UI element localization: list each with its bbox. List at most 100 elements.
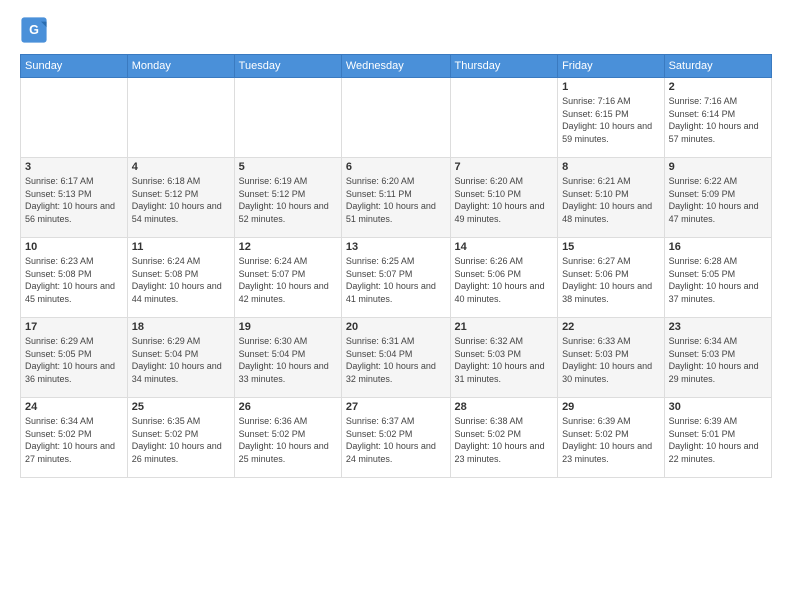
day-info: Sunrise: 6:30 AM Sunset: 5:04 PM Dayligh…	[239, 335, 337, 385]
day-number: 1	[562, 81, 660, 93]
calendar-cell: 5 Sunrise: 6:19 AM Sunset: 5:12 PM Daylig…	[234, 158, 341, 238]
day-info: Sunrise: 6:23 AM Sunset: 5:08 PM Dayligh…	[25, 255, 123, 305]
calendar-cell: 25 Sunrise: 6:35 AM Sunset: 5:02 PM Dayli…	[127, 398, 234, 478]
day-number: 2	[669, 81, 767, 93]
day-info: Sunrise: 6:32 AM Sunset: 5:03 PM Dayligh…	[455, 335, 554, 385]
day-number: 29	[562, 401, 660, 413]
day-info: Sunrise: 6:22 AM Sunset: 5:09 PM Dayligh…	[669, 175, 767, 225]
day-info: Sunrise: 6:20 AM Sunset: 5:11 PM Dayligh…	[346, 175, 446, 225]
day-info: Sunrise: 7:16 AM Sunset: 6:15 PM Dayligh…	[562, 95, 660, 145]
calendar-cell	[127, 78, 234, 158]
day-number: 4	[132, 161, 230, 173]
day-number: 19	[239, 321, 337, 333]
calendar-week-row: 3 Sunrise: 6:17 AM Sunset: 5:13 PM Daylig…	[21, 158, 772, 238]
calendar-cell: 4 Sunrise: 6:18 AM Sunset: 5:12 PM Daylig…	[127, 158, 234, 238]
day-info: Sunrise: 6:35 AM Sunset: 5:02 PM Dayligh…	[132, 415, 230, 465]
calendar-cell: 8 Sunrise: 6:21 AM Sunset: 5:10 PM Daylig…	[558, 158, 665, 238]
day-number: 27	[346, 401, 446, 413]
svg-text:G: G	[29, 23, 39, 37]
day-info: Sunrise: 6:36 AM Sunset: 5:02 PM Dayligh…	[239, 415, 337, 465]
day-info: Sunrise: 6:19 AM Sunset: 5:12 PM Dayligh…	[239, 175, 337, 225]
day-number: 14	[455, 241, 554, 253]
logo-icon: G	[20, 16, 48, 44]
calendar-cell: 17 Sunrise: 6:29 AM Sunset: 5:05 PM Dayli…	[21, 318, 128, 398]
day-number: 25	[132, 401, 230, 413]
day-info: Sunrise: 6:37 AM Sunset: 5:02 PM Dayligh…	[346, 415, 446, 465]
calendar-cell: 14Sunrise: 6:26 AM Sunset: 5:06 PM Dayli…	[450, 238, 558, 318]
calendar-table: SundayMondayTuesdayWednesdayThursdayFrid…	[20, 54, 772, 478]
day-number: 23	[669, 321, 767, 333]
calendar-cell: 18 Sunrise: 6:29 AM Sunset: 5:04 PM Dayli…	[127, 318, 234, 398]
day-info: Sunrise: 6:27 AM Sunset: 5:06 PM Dayligh…	[562, 255, 660, 305]
day-info: Sunrise: 6:21 AM Sunset: 5:10 PM Dayligh…	[562, 175, 660, 225]
calendar-cell: 9 Sunrise: 6:22 AM Sunset: 5:09 PM Daylig…	[664, 158, 771, 238]
calendar-cell	[341, 78, 450, 158]
calendar-week-row: 10 Sunrise: 6:23 AM Sunset: 5:08 PM Dayli…	[21, 238, 772, 318]
calendar-cell: 22Sunrise: 6:33 AM Sunset: 5:03 PM Dayli…	[558, 318, 665, 398]
day-number: 15	[562, 241, 660, 253]
day-info: Sunrise: 6:24 AM Sunset: 5:07 PM Dayligh…	[239, 255, 337, 305]
day-number: 17	[25, 321, 123, 333]
day-info: Sunrise: 6:20 AM Sunset: 5:10 PM Dayligh…	[455, 175, 554, 225]
day-info: Sunrise: 6:28 AM Sunset: 5:05 PM Dayligh…	[669, 255, 767, 305]
logo: G	[20, 16, 52, 44]
calendar-cell: 29 Sunrise: 6:39 AM Sunset: 5:02 PM Dayli…	[558, 398, 665, 478]
day-number: 8	[562, 161, 660, 173]
calendar-cell: 12 Sunrise: 6:24 AM Sunset: 5:07 PM Dayli…	[234, 238, 341, 318]
calendar-week-row: 24 Sunrise: 6:34 AM Sunset: 5:02 PM Dayli…	[21, 398, 772, 478]
day-number: 18	[132, 321, 230, 333]
day-number: 13	[346, 241, 446, 253]
day-info: Sunrise: 6:39 AM Sunset: 5:02 PM Dayligh…	[562, 415, 660, 465]
day-number: 16	[669, 241, 767, 253]
calendar-cell: 1 Sunrise: 7:16 AM Sunset: 6:15 PM Daylig…	[558, 78, 665, 158]
page-container: G SundayMondayTuesdayWednesdayThursdayFr…	[0, 0, 792, 488]
calendar-cell: 16 Sunrise: 6:28 AM Sunset: 5:05 PM Dayli…	[664, 238, 771, 318]
calendar-cell: 28 Sunrise: 6:38 AM Sunset: 5:02 PM Dayli…	[450, 398, 558, 478]
day-info: Sunrise: 6:33 AM Sunset: 5:03 PM Dayligh…	[562, 335, 660, 385]
weekday-header-friday: Friday	[558, 55, 665, 78]
day-info: Sunrise: 6:34 AM Sunset: 5:02 PM Dayligh…	[25, 415, 123, 465]
day-number: 7	[455, 161, 554, 173]
header: G	[20, 16, 772, 44]
day-number: 5	[239, 161, 337, 173]
day-number: 20	[346, 321, 446, 333]
day-number: 6	[346, 161, 446, 173]
calendar-cell	[450, 78, 558, 158]
day-info: Sunrise: 6:29 AM Sunset: 5:05 PM Dayligh…	[25, 335, 123, 385]
calendar-cell: 2 Sunrise: 7:16 AM Sunset: 6:14 PM Daylig…	[664, 78, 771, 158]
calendar-cell: 20 Sunrise: 6:31 AM Sunset: 5:04 PM Dayli…	[341, 318, 450, 398]
calendar-cell: 19 Sunrise: 6:30 AM Sunset: 5:04 PM Dayli…	[234, 318, 341, 398]
day-info: Sunrise: 6:31 AM Sunset: 5:04 PM Dayligh…	[346, 335, 446, 385]
day-number: 24	[25, 401, 123, 413]
day-number: 21	[455, 321, 554, 333]
day-number: 9	[669, 161, 767, 173]
day-number: 26	[239, 401, 337, 413]
day-number: 10	[25, 241, 123, 253]
weekday-header-thursday: Thursday	[450, 55, 558, 78]
day-info: Sunrise: 6:18 AM Sunset: 5:12 PM Dayligh…	[132, 175, 230, 225]
weekday-header-sunday: Sunday	[21, 55, 128, 78]
day-info: Sunrise: 6:38 AM Sunset: 5:02 PM Dayligh…	[455, 415, 554, 465]
calendar-cell: 24 Sunrise: 6:34 AM Sunset: 5:02 PM Dayli…	[21, 398, 128, 478]
day-info: Sunrise: 7:16 AM Sunset: 6:14 PM Dayligh…	[669, 95, 767, 145]
calendar-cell: 11 Sunrise: 6:24 AM Sunset: 5:08 PM Dayli…	[127, 238, 234, 318]
day-info: Sunrise: 6:24 AM Sunset: 5:08 PM Dayligh…	[132, 255, 230, 305]
day-info: Sunrise: 6:17 AM Sunset: 5:13 PM Dayligh…	[25, 175, 123, 225]
calendar-header-row: SundayMondayTuesdayWednesdayThursdayFrid…	[21, 55, 772, 78]
weekday-header-tuesday: Tuesday	[234, 55, 341, 78]
calendar-cell: 10 Sunrise: 6:23 AM Sunset: 5:08 PM Dayli…	[21, 238, 128, 318]
day-number: 3	[25, 161, 123, 173]
day-number: 11	[132, 241, 230, 253]
calendar-cell	[21, 78, 128, 158]
calendar-cell: 15 Sunrise: 6:27 AM Sunset: 5:06 PM Dayli…	[558, 238, 665, 318]
calendar-cell: 7 Sunrise: 6:20 AM Sunset: 5:10 PM Daylig…	[450, 158, 558, 238]
day-info: Sunrise: 6:34 AM Sunset: 5:03 PM Dayligh…	[669, 335, 767, 385]
day-number: 12	[239, 241, 337, 253]
day-number: 28	[455, 401, 554, 413]
weekday-header-wednesday: Wednesday	[341, 55, 450, 78]
calendar-cell	[234, 78, 341, 158]
day-number: 30	[669, 401, 767, 413]
day-info: Sunrise: 6:29 AM Sunset: 5:04 PM Dayligh…	[132, 335, 230, 385]
calendar-cell: 23 Sunrise: 6:34 AM Sunset: 5:03 PM Dayli…	[664, 318, 771, 398]
weekday-header-monday: Monday	[127, 55, 234, 78]
